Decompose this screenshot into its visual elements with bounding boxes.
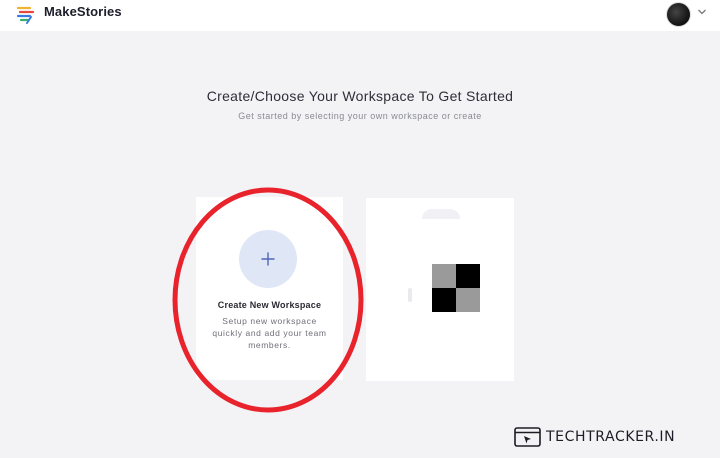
thumbnail-cell bbox=[456, 288, 480, 312]
page-title: Create/Choose Your Workspace To Get Star… bbox=[206, 88, 514, 104]
create-workspace-button[interactable] bbox=[239, 230, 297, 288]
watermark-text: TECHTRACKER.IN bbox=[546, 429, 676, 445]
create-workspace-title: Create New Workspace bbox=[217, 300, 322, 310]
user-avatar[interactable] bbox=[666, 2, 691, 27]
workspace-avatar-placeholder bbox=[422, 209, 460, 219]
brand-name[interactable]: MakeStories bbox=[44, 4, 122, 19]
plus-icon bbox=[261, 252, 275, 266]
create-workspace-card[interactable]: Create New Workspace Setup new workspace… bbox=[196, 197, 343, 380]
chevron-down-icon[interactable] bbox=[697, 8, 707, 16]
workspace-card[interactable] bbox=[366, 198, 514, 381]
workspace-handle bbox=[408, 288, 412, 302]
watermark: TECHTRACKER.IN bbox=[514, 426, 675, 448]
workspace-thumbnail[interactable] bbox=[432, 264, 480, 312]
top-bar: MakeStories bbox=[0, 0, 720, 31]
page-subtitle: Get started by selecting your own worksp… bbox=[238, 111, 482, 121]
thumbnail-cell bbox=[432, 288, 456, 312]
thumbnail-cell bbox=[456, 264, 480, 288]
thumbnail-cell bbox=[432, 264, 456, 288]
makestories-logo-icon[interactable] bbox=[15, 3, 37, 25]
browser-window-icon bbox=[514, 427, 541, 447]
create-workspace-description: Setup new workspace quickly and add your… bbox=[212, 316, 327, 350]
